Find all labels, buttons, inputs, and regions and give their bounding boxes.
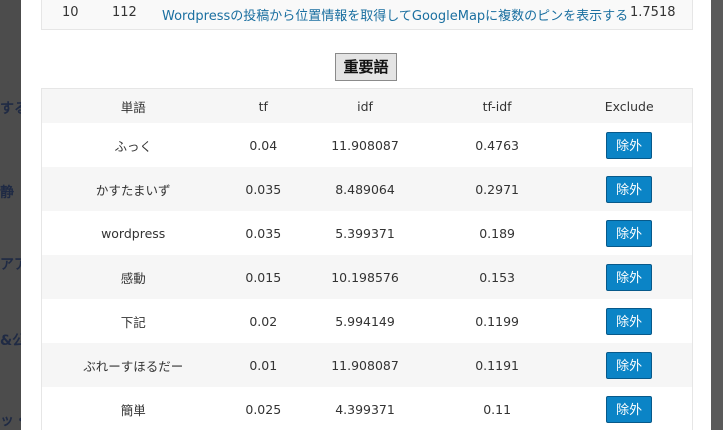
cell-tfidf: 0.153 (427, 255, 567, 299)
backdrop-fragment: 静 (0, 185, 14, 201)
cell-tf: 0.015 (224, 255, 303, 299)
cell-tfidf: 0.189 (427, 211, 567, 255)
cell-tfidf: 0.11 (427, 387, 567, 430)
header-word: 単語 (41, 88, 225, 123)
cell-word: ぶれーすほるだー (41, 343, 225, 387)
cell-exclude: 除外 (566, 211, 693, 255)
exclude-button[interactable]: 除外 (606, 351, 653, 379)
cell-word: かすたまいず (41, 167, 225, 211)
backdrop-fragment: &公 (0, 333, 22, 349)
results-modal: 10 112 Wordpressの投稿から位置情報を取得してGoogleMapに… (21, 0, 711, 430)
cell-tfidf: 0.1199 (427, 299, 567, 343)
cell-tf: 0.01 (224, 343, 303, 387)
table-row: 下記 0.02 5.994149 0.1199 除外 (41, 299, 693, 343)
cell-tf: 0.02 (224, 299, 303, 343)
cell-idf: 5.399371 (302, 211, 428, 255)
cell-word: 下記 (41, 299, 225, 343)
cell-word: ふっく (41, 123, 225, 167)
backdrop-fragment: アア (0, 257, 22, 273)
table-row: 簡単 0.025 4.399371 0.11 除外 (41, 387, 693, 430)
cell-idf: 4.399371 (302, 387, 428, 430)
header-tfidf: tf-idf (427, 88, 567, 123)
cell-tfidf: 0.2971 (427, 167, 567, 211)
result-row: 10 112 Wordpressの投稿から位置情報を取得してGoogleMapに… (41, 0, 693, 30)
cell-exclude: 除外 (566, 343, 693, 387)
exclude-button[interactable]: 除外 (606, 395, 653, 423)
result-score: 1.7518 (630, 5, 676, 20)
backdrop-fragment: ッ・ (0, 413, 22, 429)
cell-idf: 11.908087 (302, 343, 428, 387)
table-header-row: 単語 tf idf tf-idf Exclude (41, 88, 693, 123)
exclude-button[interactable]: 除外 (606, 219, 653, 247)
cell-tf: 0.035 (224, 167, 303, 211)
cell-tfidf: 0.4763 (427, 123, 567, 167)
table-row: wordpress 0.035 5.399371 0.189 除外 (41, 211, 693, 255)
table-row: ふっく 0.04 11.908087 0.4763 除外 (41, 123, 693, 167)
result-id: 112 (112, 5, 137, 20)
important-words-button[interactable]: 重要語 (335, 53, 397, 81)
exclude-button[interactable]: 除外 (606, 263, 653, 291)
cell-word: 簡単 (41, 387, 225, 430)
cell-tf: 0.04 (224, 123, 303, 167)
header-tf: tf (224, 88, 303, 123)
cell-exclude: 除外 (566, 123, 693, 167)
cell-idf: 10.198576 (302, 255, 428, 299)
cell-tf: 0.025 (224, 387, 303, 430)
exclude-button[interactable]: 除外 (606, 175, 653, 203)
cell-word: 感動 (41, 255, 225, 299)
exclude-button[interactable]: 除外 (606, 131, 653, 159)
result-rank: 10 (62, 5, 79, 20)
page-scrollbar[interactable] (711, 0, 723, 430)
exclude-button[interactable]: 除外 (606, 307, 653, 335)
cell-idf: 11.908087 (302, 123, 428, 167)
cell-tfidf: 0.1191 (427, 343, 567, 387)
cell-idf: 8.489064 (302, 167, 428, 211)
header-idf: idf (302, 88, 428, 123)
cell-exclude: 除外 (566, 387, 693, 430)
important-words-table: 単語 tf idf tf-idf Exclude ふっく 0.04 11.908… (41, 88, 693, 430)
cell-word: wordpress (41, 211, 225, 255)
cell-exclude: 除外 (566, 255, 693, 299)
cell-exclude: 除外 (566, 167, 693, 211)
table-row: かすたまいず 0.035 8.489064 0.2971 除外 (41, 167, 693, 211)
header-exclude: Exclude (566, 88, 693, 123)
table-row: 感動 0.015 10.198576 0.153 除外 (41, 255, 693, 299)
result-title-link[interactable]: Wordpressの投稿から位置情報を取得してGoogleMapに複数のピンを表… (162, 5, 628, 24)
table-row: ぶれーすほるだー 0.01 11.908087 0.1191 除外 (41, 343, 693, 387)
cell-tf: 0.035 (224, 211, 303, 255)
cell-exclude: 除外 (566, 299, 693, 343)
cell-idf: 5.994149 (302, 299, 428, 343)
backdrop-fragment: する (0, 101, 22, 117)
